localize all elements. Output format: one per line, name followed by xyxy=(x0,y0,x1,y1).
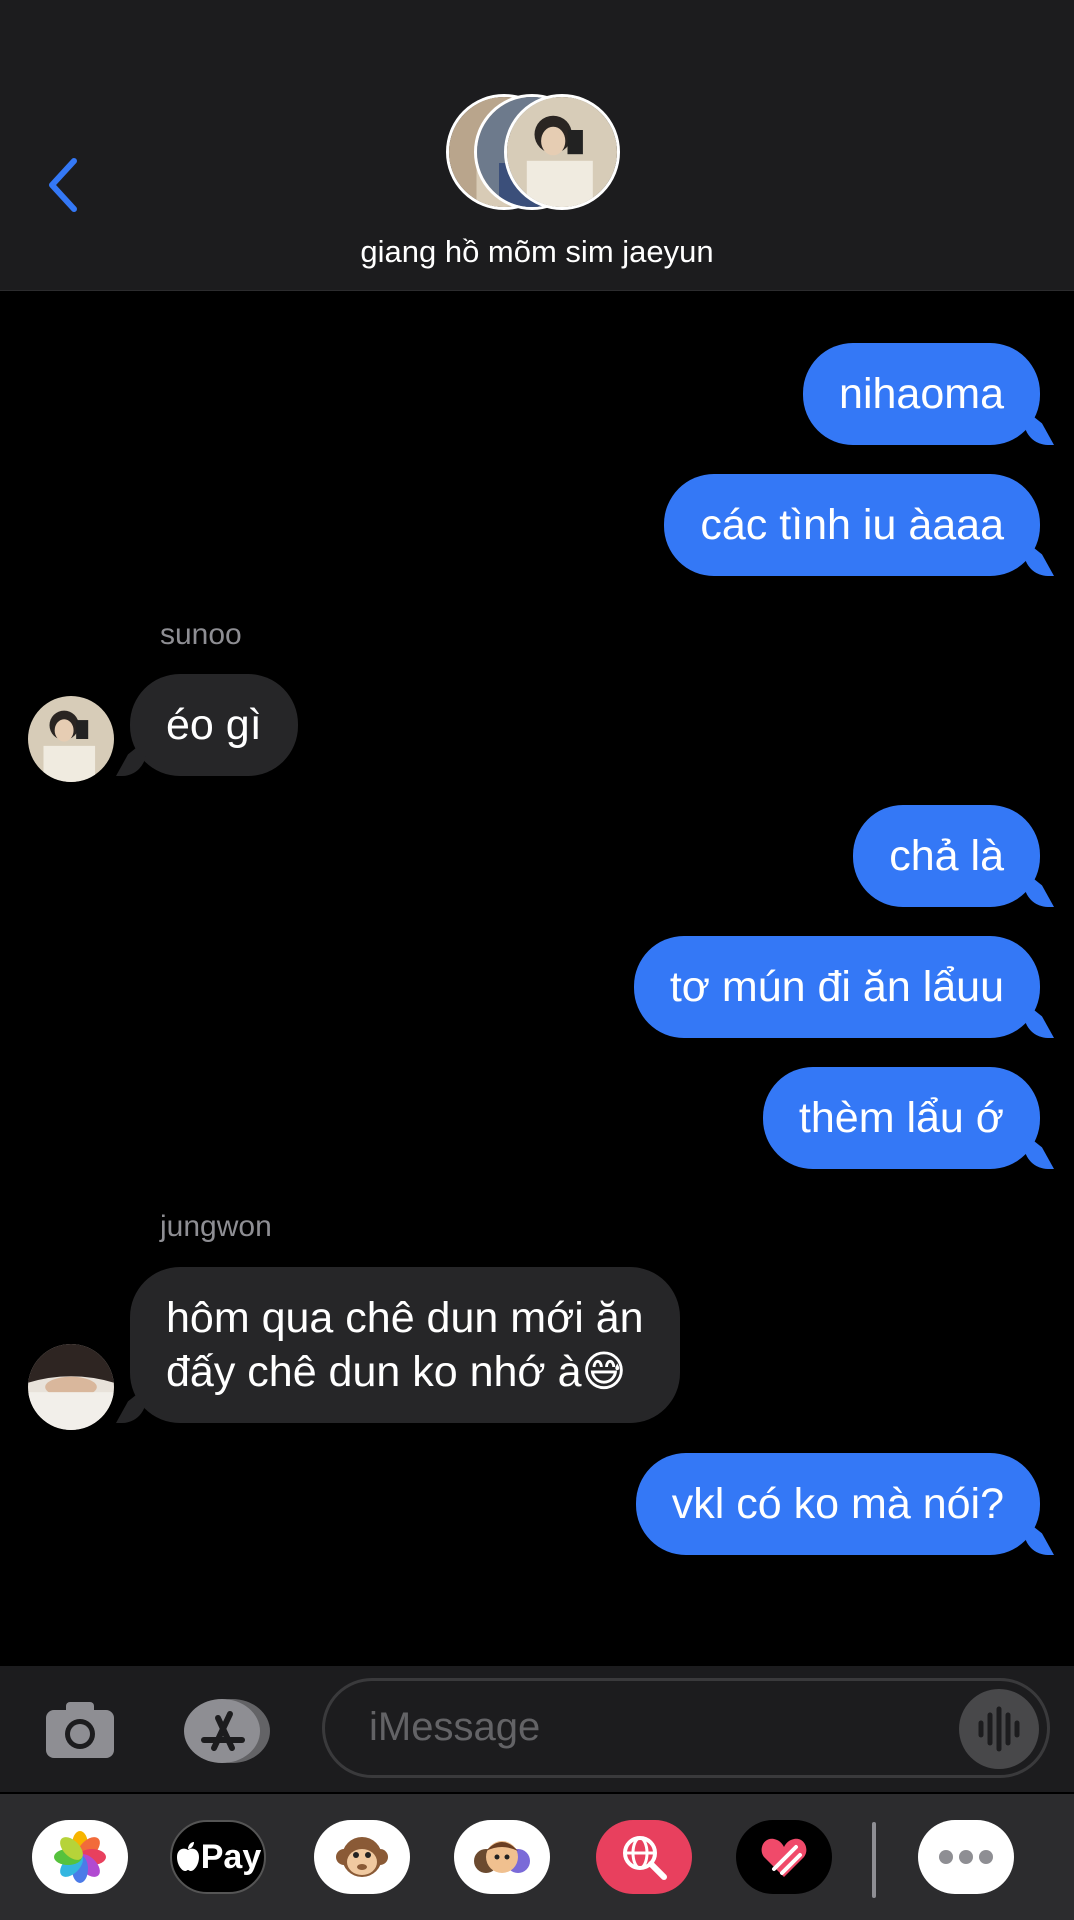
web-search-button[interactable] xyxy=(596,1820,692,1894)
outgoing-message[interactable]: tơ mún đi ăn lẩuu xyxy=(633,936,1040,1038)
outgoing-message[interactable]: chả là xyxy=(853,805,1040,907)
conversation-header: giang hồ mõm sim jaeyun xyxy=(0,0,1074,291)
animoji-button[interactable] xyxy=(314,1820,410,1894)
incoming-message[interactable]: éo gì xyxy=(130,674,298,776)
group-avatar[interactable] xyxy=(446,94,626,218)
outgoing-message[interactable]: nihaoma xyxy=(803,343,1040,445)
app-drawer: Pay xyxy=(0,1794,1074,1920)
animoji-monkey-icon xyxy=(336,1837,388,1877)
app-store-button[interactable] xyxy=(180,1696,274,1766)
more-icon xyxy=(939,1850,993,1864)
chevron-left-icon xyxy=(49,158,77,212)
message-input-placeholder: iMessage xyxy=(369,1705,541,1749)
group-name[interactable]: giang hồ mõm sim jaeyun xyxy=(0,234,1074,270)
memoji-button[interactable] xyxy=(454,1820,550,1894)
message-line: hôm qua chê dun mới ăn xyxy=(166,1294,644,1342)
incoming-message[interactable]: hôm qua chê dun mới ăn đấy chê dun ko nh… xyxy=(130,1267,680,1423)
camera-icon xyxy=(46,1702,114,1758)
memoji-icon xyxy=(474,1841,530,1873)
photos-icon xyxy=(54,1831,106,1883)
back-button[interactable] xyxy=(44,155,84,215)
outgoing-message[interactable]: các tình iu àaaa xyxy=(664,474,1040,576)
apple-pay-label: Pay xyxy=(200,1837,262,1876)
outgoing-message[interactable]: vkl có ko mà nói? xyxy=(635,1453,1040,1555)
app-store-icon xyxy=(184,1699,270,1763)
digital-touch-icon xyxy=(761,1838,807,1877)
compose-bar: iMessage xyxy=(0,1666,1074,1792)
web-search-icon xyxy=(623,1836,667,1880)
voice-message-button[interactable] xyxy=(959,1689,1039,1769)
sender-avatar[interactable] xyxy=(28,696,114,782)
sender-name: jungwon xyxy=(160,1210,272,1243)
sender-name: sunoo xyxy=(160,618,242,651)
drawer-divider xyxy=(872,1822,876,1898)
more-apps-button[interactable] xyxy=(918,1820,1014,1894)
apple-pay-button[interactable]: Pay xyxy=(170,1820,266,1894)
apple-pay-icon xyxy=(176,1842,199,1871)
sender-avatar[interactable] xyxy=(28,1344,114,1430)
camera-button[interactable] xyxy=(44,1696,116,1762)
digital-touch-button[interactable] xyxy=(736,1820,832,1894)
photos-app-button[interactable] xyxy=(32,1820,128,1894)
message-line: đấy chê dun ko nhớ à😅 xyxy=(166,1348,627,1396)
member-avatar xyxy=(504,94,620,210)
outgoing-message[interactable]: thèm lẩu ớ xyxy=(762,1067,1040,1169)
message-input[interactable]: iMessage xyxy=(322,1678,1050,1778)
waveform-icon xyxy=(978,1706,1020,1752)
